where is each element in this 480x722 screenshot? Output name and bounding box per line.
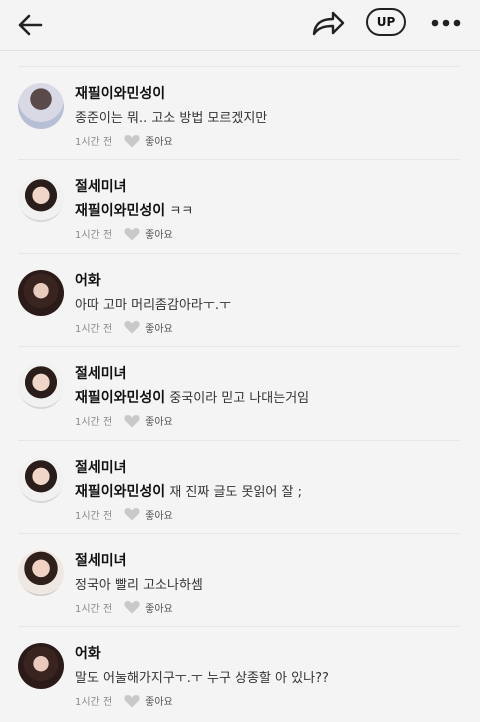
- more-icon: [431, 19, 461, 27]
- avatar[interactable]: [18, 549, 64, 596]
- heart-icon[interactable]: [124, 414, 140, 428]
- comment-meta: 1시간 전 좋아요: [75, 600, 173, 615]
- like-button[interactable]: 좋아요: [145, 693, 173, 708]
- back-button[interactable]: [14, 9, 46, 41]
- comment-meta: 1시간 전 좋아요: [75, 320, 173, 335]
- mention-link[interactable]: 재필이와민성이: [75, 203, 165, 219]
- comment-body: ㅋㅋ: [169, 204, 194, 220]
- comment-time: 1시간 전: [75, 323, 113, 335]
- like-button[interactable]: 좋아요: [145, 413, 173, 428]
- comment-author[interactable]: 재필이와민성이: [75, 83, 165, 103]
- back-arrow-icon: [18, 14, 43, 36]
- like-button[interactable]: 좋아요: [145, 320, 173, 335]
- top-navigation-bar: UP: [0, 0, 480, 51]
- comment-body: 정국아 빨리 고소나하셈: [75, 577, 203, 593]
- upvote-label: UP: [376, 15, 396, 29]
- more-options-button[interactable]: [426, 9, 466, 37]
- avatar[interactable]: [18, 269, 64, 316]
- comment-item: 절세미녀 재필이와민성이 재 진짜 글도 못읽어 잘 ; 1시간 전 좋아요: [18, 439, 460, 533]
- comment-body: 아따 고마 머리좀감아라ㅜ.ㅜ: [75, 297, 231, 313]
- comment-text: 재필이와민성이 중국이라 믿고 나대는거임: [75, 387, 309, 407]
- like-button[interactable]: 좋아요: [145, 507, 173, 522]
- comment-time: 1시간 전: [75, 417, 113, 429]
- heart-icon[interactable]: [124, 227, 140, 241]
- like-button[interactable]: 좋아요: [145, 226, 173, 241]
- comment-author[interactable]: 절세미녀: [75, 363, 127, 383]
- mention-link[interactable]: 재필이와민성이: [75, 484, 165, 500]
- comment-list: 재필이와민성이 종준이는 뭐.. 고소 방법 모르겠지만 1시간 전 좋아요 절…: [0, 66, 480, 720]
- avatar[interactable]: [18, 363, 64, 410]
- mention-link[interactable]: 재필이와민성이: [75, 390, 165, 406]
- comment-text: 재필이와민성이 ㅋㅋ: [75, 200, 193, 220]
- comment-item: 어화 말도 어눌해가지구ㅜ.ㅜ 누구 상종할 아 있나?? 1시간 전 좋아요: [18, 626, 460, 719]
- comment-author[interactable]: 어화: [75, 643, 101, 663]
- comment-author[interactable]: 절세미녀: [75, 457, 127, 477]
- avatar[interactable]: [18, 83, 64, 129]
- avatar[interactable]: [18, 176, 64, 223]
- heart-icon[interactable]: [124, 320, 140, 334]
- comment-time: 1시간 전: [75, 230, 113, 242]
- avatar[interactable]: [18, 456, 64, 503]
- comment-item: 절세미녀 정국아 빨리 고소나하셈 1시간 전 좋아요: [18, 532, 460, 626]
- comment-meta: 1시간 전 좋아요: [75, 693, 173, 708]
- heart-icon[interactable]: [124, 134, 140, 148]
- comment-item: 재필이와민성이 종준이는 뭐.. 고소 방법 모르겠지만 1시간 전 좋아요: [18, 66, 460, 159]
- comment-body: 재 진짜 글도 못읽어 잘 ;: [169, 484, 302, 500]
- comment-time: 1시간 전: [75, 510, 113, 522]
- comment-time: 1시간 전: [75, 137, 113, 148]
- comment-author[interactable]: 절세미녀: [75, 176, 127, 196]
- comment-meta: 1시간 전 좋아요: [75, 507, 173, 522]
- comment-meta: 1시간 전 좋아요: [75, 413, 173, 428]
- comment-body: 중국이라 믿고 나대는거임: [169, 391, 310, 407]
- comment-text: 재필이와민성이 재 진짜 글도 못읽어 잘 ;: [75, 481, 302, 501]
- share-button[interactable]: [308, 8, 348, 40]
- heart-icon[interactable]: [124, 694, 140, 708]
- comment-body: 종준이는 뭐.. 고소 방법 모르겠지만: [75, 111, 268, 126]
- comment-item: 어화 아따 고마 머리좀감아라ㅜ.ㅜ 1시간 전 좋아요: [18, 252, 460, 346]
- comment-text: 말도 어눌해가지구ㅜ.ㅜ 누구 상종할 아 있나??: [75, 667, 329, 686]
- comment-time: 1시간 전: [75, 603, 113, 615]
- comment-body: 말도 어눌해가지구ㅜ.ㅜ 누구 상종할 아 있나??: [75, 671, 329, 687]
- comment-author[interactable]: 절세미녀: [75, 550, 127, 570]
- comment-text: 아따 고마 머리좀감아라ㅜ.ㅜ: [75, 294, 231, 313]
- comment-text: 정국아 빨리 고소나하셈: [75, 574, 203, 593]
- upvote-button[interactable]: UP: [366, 8, 406, 36]
- avatar[interactable]: [18, 643, 64, 690]
- share-icon: [312, 11, 345, 36]
- comment-time: 1시간 전: [75, 697, 113, 709]
- heart-icon[interactable]: [124, 507, 140, 521]
- comment-author[interactable]: 어화: [75, 270, 101, 290]
- heart-icon[interactable]: [124, 600, 140, 614]
- comment-item: 절세미녀 재필이와민성이 중국이라 믿고 나대는거임 1시간 전 좋아요: [18, 346, 460, 439]
- comment-meta: 1시간 전 좋아요: [75, 226, 173, 241]
- comment-text: 종준이는 뭐.. 고소 방법 모르겠지만: [75, 107, 267, 126]
- comment-meta: 1시간 전 좋아요: [75, 133, 173, 148]
- comment-item: 절세미녀 재필이와민성이 ㅋㅋ 1시간 전 좋아요: [18, 159, 460, 252]
- like-button[interactable]: 좋아요: [145, 600, 173, 615]
- like-button[interactable]: 좋아요: [145, 133, 173, 148]
